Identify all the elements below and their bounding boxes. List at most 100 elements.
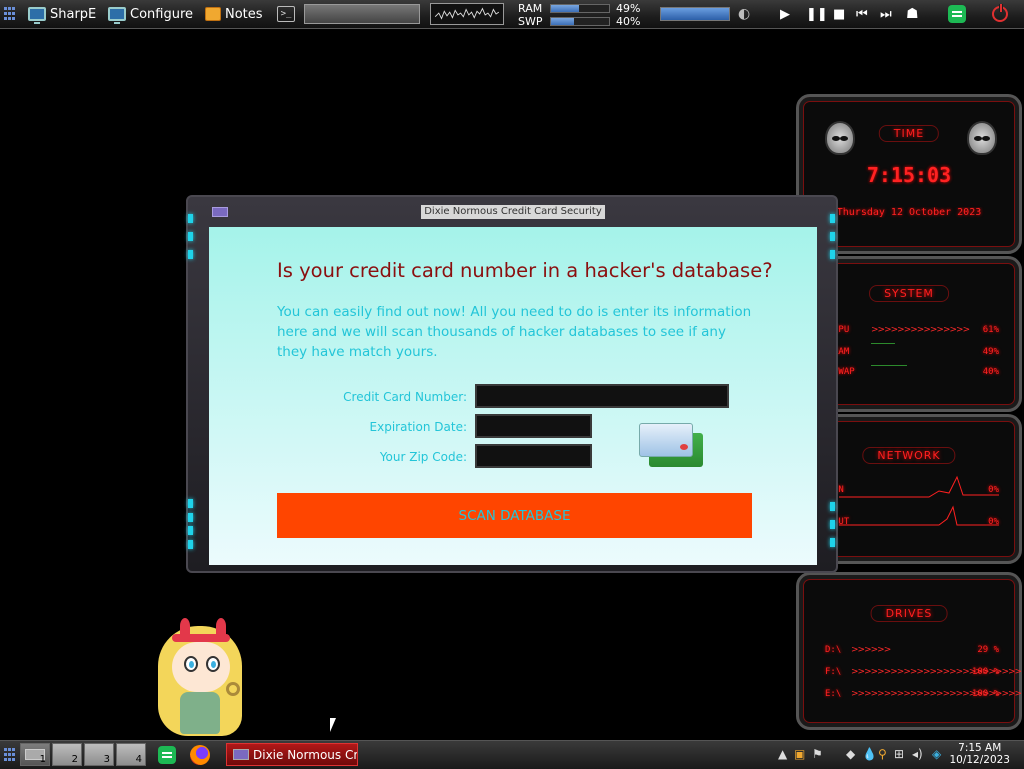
window-edge-light [830, 209, 836, 263]
clock-time: 7:15 AM [958, 742, 1002, 754]
zip-code-field[interactable] [475, 444, 592, 468]
zip-code-label: Your Zip Code: [379, 450, 467, 464]
tray-notes-icon[interactable]: ▣ [794, 747, 805, 761]
row-value: 0% [988, 517, 999, 527]
play-icon: ▶ [780, 6, 790, 22]
tray-app-icon[interactable]: ◈ [932, 747, 941, 761]
stop-icon: ■ [833, 6, 846, 22]
previous-icon: ⏮ [856, 6, 868, 22]
tray-expand-icon[interactable]: ▲ [778, 747, 787, 761]
window-app-icon[interactable] [212, 207, 228, 217]
row-label: F:\ [825, 667, 842, 677]
row-label: E:\ [825, 689, 842, 699]
next-button[interactable]: ⏭ [880, 0, 892, 28]
alien-head-icon [825, 121, 855, 155]
window-edge-light [830, 497, 836, 551]
scan-database-button[interactable]: SCAN DATABASE [277, 493, 752, 538]
expiration-date-field[interactable] [475, 414, 592, 438]
gadget-title: NETWORK [862, 447, 956, 464]
pause-icon: ❚❚ [806, 6, 828, 22]
card-number-field[interactable] [475, 384, 729, 408]
app-grid-icon [4, 748, 16, 762]
workspace-1[interactable]: 1 [20, 743, 50, 766]
alien-head-icon [967, 121, 997, 155]
terminal-launcher[interactable]: >_ [277, 0, 295, 28]
clock-date: 10/12/2023 [949, 754, 1010, 766]
launcher-sharpe[interactable]: SharpE [28, 0, 96, 28]
start-menu-button[interactable] [4, 741, 16, 769]
dialog-content: Is your credit card number in a hacker's… [209, 227, 817, 565]
cpu-bar: >>>>>>>>>>>>>>> [871, 325, 970, 335]
launcher-label: Configure [130, 6, 194, 22]
terminal-icon: >_ [277, 6, 295, 22]
launcher-notes[interactable]: Notes [205, 0, 263, 28]
task-dixie-normous[interactable]: Dixie Normous Credi... [226, 743, 358, 766]
ram-row: RAM 49% [833, 347, 999, 357]
empty-task-slot[interactable] [304, 0, 420, 28]
firefox-icon [190, 745, 210, 765]
start-menu-button[interactable] [4, 0, 16, 28]
row-label: D:\ [825, 645, 842, 655]
gadget-title: TIME [878, 125, 940, 142]
drive-bar: >>>>>>>>>>>>>>>>>>>>>>>>>> [851, 689, 1022, 699]
power-button[interactable] [992, 0, 1008, 28]
monitor-icon [108, 7, 126, 24]
launcher-label: Notes [225, 6, 263, 22]
mascot-icon[interactable]: ☗ [906, 0, 919, 28]
monitor-icon [28, 7, 46, 24]
bottom-taskbar: 1 2 3 4 Dixie Normous Credi... ▲ ▣ ⚑ ◆ 💧… [0, 740, 1024, 769]
network-out-row: OUT 0% [833, 517, 999, 527]
tray-flag-icon[interactable]: ⚑ [812, 747, 823, 761]
launcher-label: SharpE [50, 6, 97, 22]
window-edge-light [188, 497, 194, 551]
workspace-2[interactable]: 2 [52, 743, 82, 766]
play-button[interactable]: ▶ [780, 0, 790, 28]
tray-search-icon[interactable]: ⚲ [878, 747, 887, 761]
credit-card-dialog: Dixie Normous Credit Card Security Is yo… [186, 195, 838, 573]
expiration-label: Expiration Date: [369, 420, 467, 434]
row-value: 49% [982, 347, 999, 357]
row-value: 40% [982, 367, 999, 377]
ram-label: RAM [518, 2, 543, 15]
top-panel: SharpE Configure Notes >_ RAM 49% SWP 40… [0, 0, 1024, 29]
previous-button[interactable]: ⏮ [856, 0, 868, 28]
credit-cards-image [639, 423, 705, 469]
drive-bar: >>>>>>>>>>>>>>>>>>>>>>>>>> [851, 667, 1022, 677]
gadget-clock: 7:15:03 [866, 163, 952, 187]
mouse-cursor [330, 718, 336, 732]
volume-slider[interactable] [660, 0, 730, 28]
firefox-launcher[interactable] [190, 741, 210, 769]
tray-drop-icon[interactable]: 💧 [862, 747, 877, 761]
window-title[interactable]: Dixie Normous Credit Card Security [421, 205, 605, 219]
page-title: Is your credit card number in a hacker's… [277, 259, 773, 282]
cpu-graph [430, 0, 504, 28]
tray-shield-icon[interactable]: ◆ [846, 747, 855, 761]
launcher-configure[interactable]: Configure [108, 0, 193, 28]
taskbar-clock[interactable]: 7:15 AM 10/12/2023 [949, 742, 1010, 766]
workspace-3[interactable]: 3 [84, 743, 114, 766]
notes-launcher[interactable] [158, 741, 176, 769]
swp-meter [550, 17, 610, 26]
pause-button[interactable]: ❚❚ [806, 0, 828, 28]
intro-paragraph: You can easily find out now! All you nee… [277, 304, 752, 360]
ram-meter [550, 4, 610, 13]
row-value: 61% [982, 325, 999, 335]
tray-network-icon[interactable]: ⊞ [894, 747, 904, 761]
speaker-icon[interactable]: ◐ [738, 0, 750, 28]
next-icon: ⏭ [880, 6, 892, 22]
network-in-row: IN 0% [833, 485, 999, 495]
tray-volume-icon[interactable]: ◂) [912, 747, 923, 761]
green-app-launcher[interactable] [948, 0, 966, 28]
gadget-title: DRIVES [870, 605, 948, 622]
task-label: Dixie Normous Credi... [253, 747, 358, 762]
notes-icon [205, 7, 221, 21]
row-value: 0% [988, 485, 999, 495]
stop-button[interactable]: ■ [833, 0, 845, 28]
ram-percent: 49% [616, 2, 641, 15]
star-butterfly-desktop-pet[interactable] [150, 612, 254, 740]
swap-row: SWAP 40% [833, 367, 999, 377]
power-icon [992, 4, 1008, 22]
notes-green-icon [158, 746, 176, 764]
card-number-label: Credit Card Number: [343, 390, 467, 404]
workspace-4[interactable]: 4 [116, 743, 146, 766]
